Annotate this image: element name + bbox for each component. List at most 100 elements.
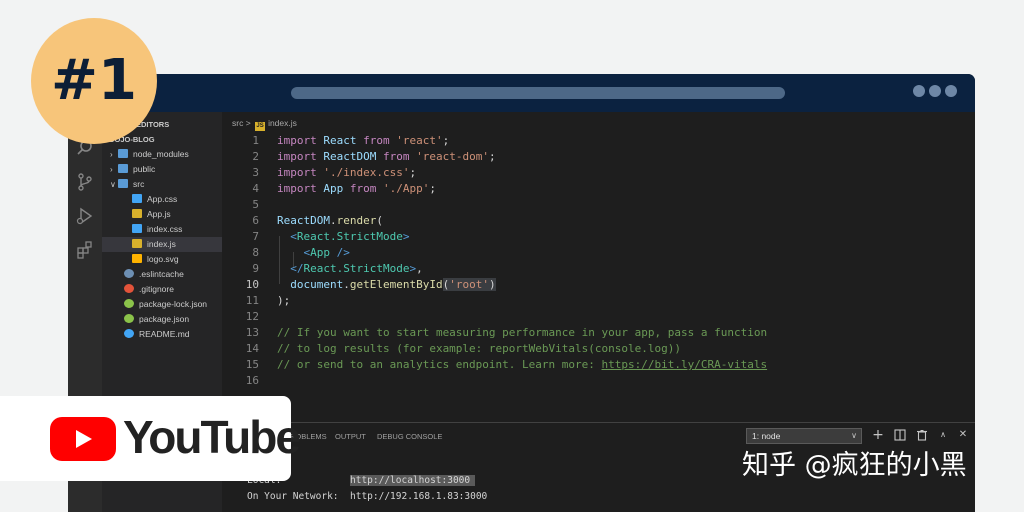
code-token: </ xyxy=(290,262,304,275)
css-file-icon xyxy=(132,224,142,233)
code-line[interactable]: 1 import React from 'react'; xyxy=(222,133,975,149)
info-file-icon xyxy=(124,329,134,338)
terminal-select[interactable]: 1: node ∨ xyxy=(746,428,862,444)
code-line[interactable]: 3 import './index.css'; xyxy=(222,165,975,181)
tree-item[interactable]: index.css xyxy=(102,222,222,237)
code-token: App xyxy=(310,246,330,259)
line-number: 11 xyxy=(245,294,259,307)
breadcrumb-folder[interactable]: src xyxy=(232,118,243,128)
tab-debug-console[interactable]: DEBUG CONSOLE xyxy=(377,432,442,441)
tree-item-label: .eslintcache xyxy=(139,269,184,279)
code-text: <App /> xyxy=(277,245,350,261)
code-token: React xyxy=(323,134,357,147)
code-token: // to log results (for example: reportWe… xyxy=(277,342,681,355)
youtube-wordmark: YouTube xyxy=(123,411,301,463)
line-number: 12 xyxy=(245,310,259,323)
tree-item[interactable]: package-lock.json xyxy=(102,297,222,312)
code-text: ); xyxy=(277,293,290,309)
tree-item[interactable]: package.json xyxy=(102,312,222,327)
split-icon[interactable] xyxy=(894,429,906,441)
css-file-icon xyxy=(132,194,142,203)
tree-item-label: index.css xyxy=(147,224,183,234)
code-line[interactable]: 5 xyxy=(222,197,975,213)
line-number: 1 xyxy=(252,134,259,147)
terminal-url[interactable]: http://192.168.1.83:3000 xyxy=(350,491,487,502)
code-link[interactable]: https://bit.ly/CRA-vitals xyxy=(602,358,768,371)
terminal-label: On Your Network: xyxy=(247,491,339,502)
git-file-icon xyxy=(124,284,134,293)
code-line[interactable]: 11); xyxy=(222,293,975,309)
code-token: ( xyxy=(376,214,383,227)
tab-output[interactable]: OUTPUT xyxy=(335,432,366,441)
code-token: < xyxy=(290,230,297,243)
code-token: import xyxy=(277,182,324,195)
tree-item[interactable]: .eslintcache xyxy=(102,267,222,282)
code-text: import App from './App'; xyxy=(277,181,436,197)
code-token: 'root' xyxy=(449,278,489,291)
code-line[interactable]: 4 import App from './App'; xyxy=(222,181,975,197)
zhihu-watermark: 知乎 @疯狂的小黑 xyxy=(742,450,967,481)
chevron-right-icon: › xyxy=(110,165,113,174)
code-line[interactable]: 7 <React.StrictMode> xyxy=(222,229,975,245)
line-number: 6 xyxy=(252,214,259,227)
code-line[interactable]: 16 xyxy=(222,373,975,389)
tree-item[interactable]: logo.svg xyxy=(102,252,222,267)
code-line[interactable]: 12 xyxy=(222,309,975,325)
folder-open-icon xyxy=(118,179,128,188)
source-control-icon[interactable] xyxy=(75,172,95,192)
code-token: './App' xyxy=(382,182,430,195)
code-line[interactable]: 2 import ReactDOM from 'react-dom'; xyxy=(222,149,975,165)
tree-item[interactable]: ∨ src xyxy=(102,177,222,192)
tree-item-label: node_modules xyxy=(133,149,189,159)
tree-item-label: .gitignore xyxy=(139,284,174,294)
terminal-url[interactable]: http://localhost:3000 xyxy=(350,475,476,486)
code-line[interactable]: 13 // If you want to start measuring perf… xyxy=(222,325,975,341)
cache-file-icon xyxy=(124,269,134,278)
tree-item[interactable]: › public xyxy=(102,162,222,177)
tree-item[interactable]: App.css xyxy=(102,192,222,207)
tree-item-label: App.js xyxy=(147,209,171,219)
close-icon[interactable]: ✕ xyxy=(957,429,969,441)
code-line[interactable]: 10 document.getElementById('root') xyxy=(222,277,975,293)
code-line[interactable]: 9 </React.StrictMode>, xyxy=(222,261,975,277)
code-token: from xyxy=(376,150,417,163)
js-file-icon xyxy=(132,209,142,218)
folder-icon xyxy=(118,149,128,158)
line-number: 15 xyxy=(245,358,259,371)
run-debug-icon[interactable] xyxy=(75,206,95,226)
code-token: > xyxy=(402,230,410,243)
code-token: React.StrictMode xyxy=(303,262,410,275)
tree-item[interactable]: index.js xyxy=(102,237,222,252)
line-number: 7 xyxy=(252,230,259,243)
breadcrumb-separator: > xyxy=(245,118,251,128)
tree-item[interactable]: README.md xyxy=(102,327,222,342)
extensions-icon[interactable] xyxy=(75,240,95,260)
plus-icon[interactable]: + xyxy=(872,428,884,442)
tree-item[interactable]: .gitignore xyxy=(102,282,222,297)
line-number: 10 xyxy=(245,278,259,291)
code-editor[interactable]: src > JS index.js 1 import React from 'rea… xyxy=(222,112,975,422)
tree-item-label: package.json xyxy=(139,314,190,324)
tree-item[interactable]: › node_modules xyxy=(102,147,222,162)
chevron-up-icon[interactable]: ∧ xyxy=(937,429,949,441)
code-token: ; xyxy=(488,150,496,163)
code-line[interactable]: 6 ReactDOM.render( xyxy=(222,213,975,229)
code-token: ; xyxy=(409,166,417,179)
code-line[interactable]: 14 // to log results (for example: report… xyxy=(222,341,975,357)
code-line[interactable]: 8 <App /> xyxy=(222,245,975,261)
svg-file-icon xyxy=(132,254,142,263)
address-bar[interactable] xyxy=(291,87,785,99)
line-number: 16 xyxy=(245,374,259,387)
trash-icon[interactable] xyxy=(916,429,928,441)
line-number: 4 xyxy=(252,182,259,195)
youtube-card: YouTube xyxy=(0,396,301,481)
window-dot-3 xyxy=(945,85,957,97)
code-text: import ReactDOM from 'react-dom'; xyxy=(277,149,496,165)
tree-item[interactable]: App.js xyxy=(102,207,222,222)
code-token: 'react' xyxy=(396,134,443,147)
code-line[interactable]: 15 // or send to an analytics endpoint. L… xyxy=(222,357,975,373)
chevron-down-icon: ∨ xyxy=(110,180,116,189)
breadcrumb-file[interactable]: index.js xyxy=(268,118,297,128)
